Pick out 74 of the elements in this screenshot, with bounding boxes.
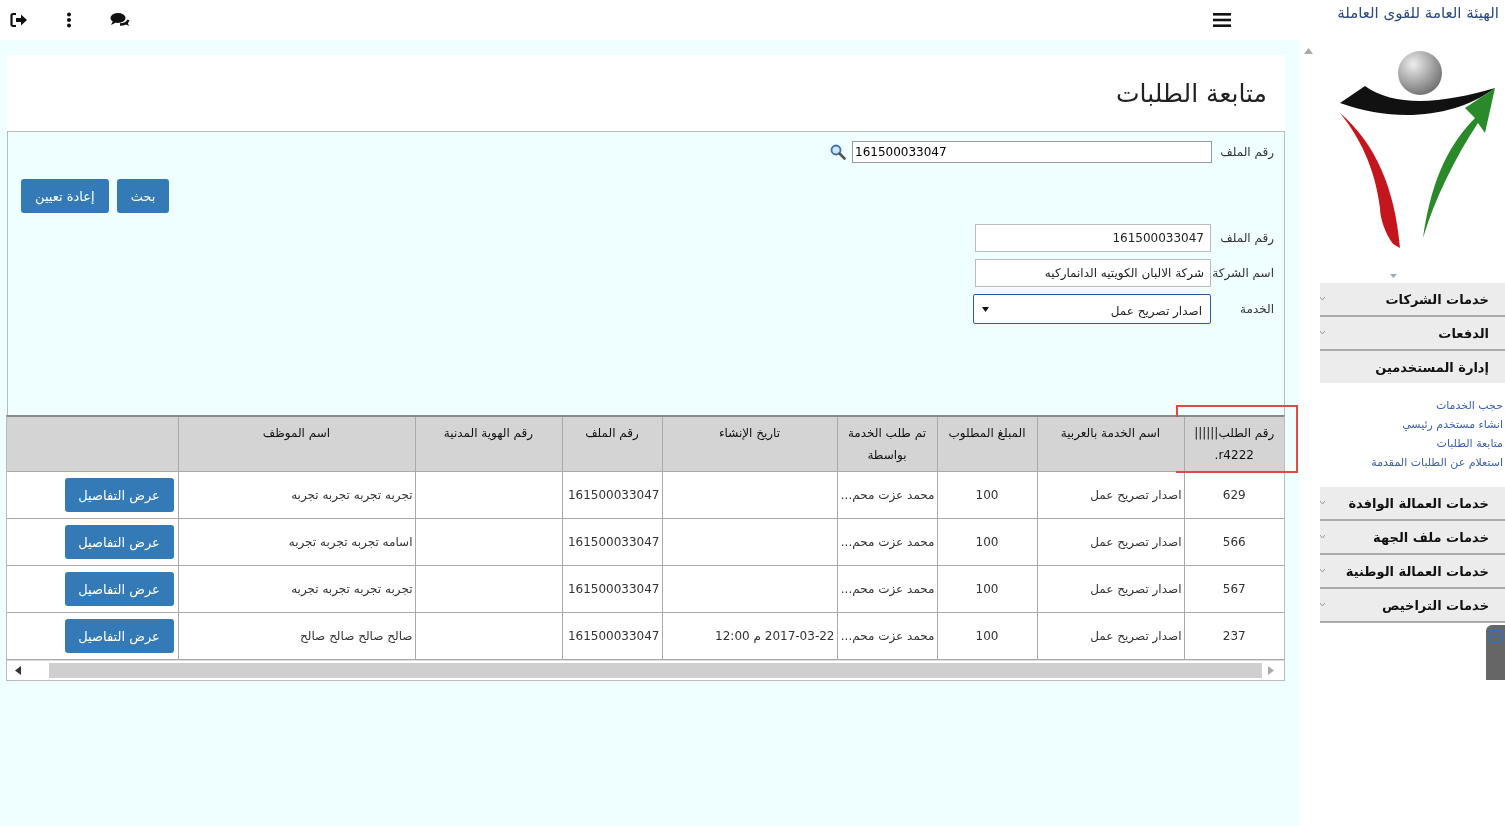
table-cell: 629	[1184, 471, 1284, 519]
table-cell: اصدار تصريح عمل	[1037, 471, 1184, 519]
view-details-button[interactable]: عرض التفاصيل	[64, 478, 174, 512]
table-cell: 100	[937, 518, 1037, 566]
form-button[interactable]: إعادة تعيين	[21, 179, 109, 213]
more-options-icon[interactable]	[66, 12, 72, 28]
menu-icon[interactable]	[1213, 13, 1231, 27]
table-cell: اصدار تصريح عمل	[1037, 612, 1184, 660]
submenu-link[interactable]: استعلام عن الطلبات المقدمة	[1300, 456, 1503, 469]
table-cell: محمد عزت محم...	[837, 471, 937, 519]
file-number-field[interactable]: 161500033047	[852, 141, 1212, 163]
table-cell: صالح صالح صالح صالح	[178, 612, 415, 660]
page-title: متابعة الطلبات	[1116, 78, 1267, 108]
sign-out-icon[interactable]	[10, 12, 28, 28]
submenu-link[interactable]: متابعة الطلبات	[1300, 437, 1503, 450]
table-cell: محمد عزت محم...	[837, 518, 937, 566]
dropdown-arrow-icon	[982, 306, 989, 312]
table-cell: 567	[1184, 565, 1284, 613]
menu-item[interactable]: خدمات الشركات	[1320, 283, 1505, 317]
table-cell: محمد عزت محم...	[837, 565, 937, 613]
chevron-icon	[1320, 603, 1325, 607]
column-header: تم طلب الخدمة بواسطة	[837, 417, 937, 472]
menu-item[interactable]: خدمات العمالة الوافدة	[1320, 487, 1505, 521]
chevron-icon	[1320, 501, 1325, 505]
column-header: تاريخ الإنشاء	[662, 417, 837, 472]
table-cell: تجربه تجربه تجربه تجربه	[178, 471, 415, 519]
input-field[interactable]: 161500033047	[975, 224, 1211, 252]
table-cell: تجربه تجربه تجربه تجربه	[178, 565, 415, 613]
chevron-icon	[1320, 331, 1325, 335]
menu-item[interactable]: خدمات التراخيص	[1320, 589, 1505, 623]
table-cell: 161500033047	[562, 518, 662, 566]
input-field[interactable]: شركة الالبان الكويتيه الدانماركيه	[975, 259, 1211, 287]
view-details-button[interactable]: عرض التفاصيل	[64, 572, 174, 606]
column-header: اسم الموظف	[178, 417, 415, 472]
chevron-icon	[1320, 569, 1325, 573]
table-cell: اسامه تجربه تجربه تجربه	[178, 518, 415, 566]
view-details-button[interactable]: عرض التفاصيل	[64, 525, 174, 559]
field-label: الخدمة	[1239, 302, 1274, 316]
table-cell: 2017-03-22 م 12:00	[662, 612, 837, 660]
view-details-button[interactable]: عرض التفاصيل	[64, 619, 174, 653]
table-cell: 566	[1184, 518, 1284, 566]
organization-name: الهيئة العامة للقوى العاملة	[1337, 4, 1499, 22]
submenu-link[interactable]: حجب الخدمات	[1300, 399, 1503, 412]
field-label: اسم الشركة	[1211, 266, 1274, 280]
menu-item[interactable]: خدمات ملف الجهة	[1320, 521, 1505, 555]
column-header: رقم الملف	[562, 417, 662, 472]
column-header: رقم الهوية المدنية	[415, 417, 562, 472]
table-cell: 161500033047	[562, 471, 662, 519]
table-cell: 100	[937, 565, 1037, 613]
table-cell: 100	[937, 612, 1037, 660]
menu-item[interactable]: الدفعات	[1320, 317, 1505, 351]
submenu-link[interactable]: انشاء مستخدم رئيسي	[1300, 418, 1503, 431]
chevron-icon	[1320, 297, 1325, 301]
table-cell: 161500033047	[562, 612, 662, 660]
table-cell: اصدار تصريح عمل	[1037, 518, 1184, 566]
form-button[interactable]: بحث	[116, 179, 170, 213]
menu-item[interactable]: إدارة المستخدمين	[1320, 351, 1505, 383]
scroll-left-icon[interactable]	[15, 666, 21, 675]
menu-item[interactable]: خدمات العمالة الوطنية	[1320, 555, 1505, 589]
chevron-icon	[1320, 535, 1325, 539]
column-header: اسم الخدمة بالعربية	[1037, 417, 1184, 472]
remote-icon	[1488, 629, 1503, 643]
table-cell: اصدار تصريح عمل	[1037, 565, 1184, 613]
horizontal-scrollbar[interactable]	[7, 660, 1284, 680]
table-cell: محمد عزت محم...	[837, 612, 937, 660]
table-cell: 237	[1184, 612, 1284, 660]
field-label: رقم الملف	[1219, 145, 1274, 159]
chat-icon[interactable]	[110, 12, 130, 28]
table-cell: 100	[937, 471, 1037, 519]
service-dropdown[interactable]: اصدار تصريح عمل	[973, 294, 1211, 324]
field-label: رقم الملف	[1219, 231, 1274, 245]
search-icon[interactable]	[830, 144, 846, 160]
table-cell: 161500033047	[562, 565, 662, 613]
column-header: المبلغ المطلوب	[937, 417, 1037, 472]
